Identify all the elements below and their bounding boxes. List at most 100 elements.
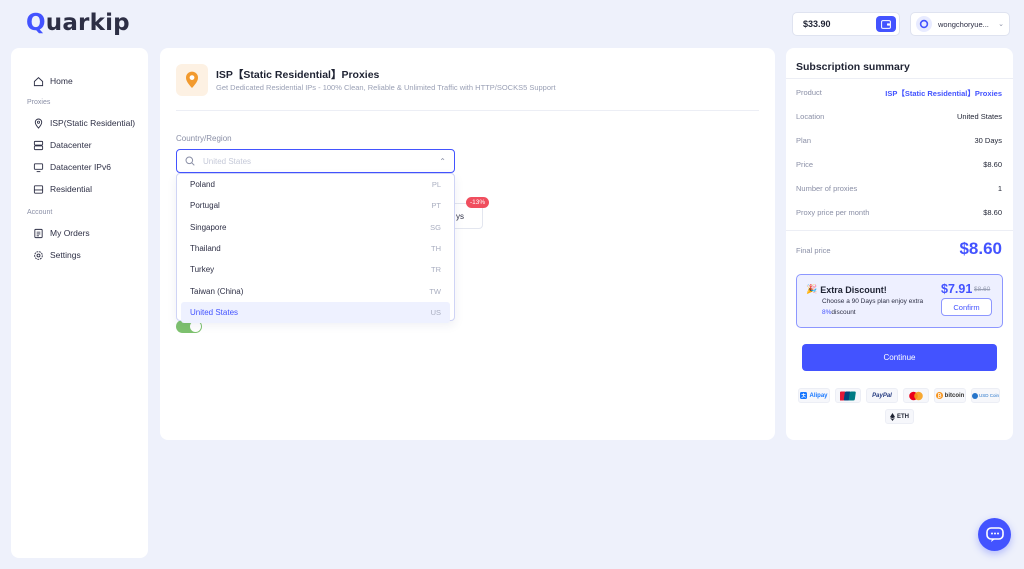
country-option-name: Poland xyxy=(190,180,215,190)
sidebar-item-label: ISP(Static Residential) xyxy=(50,118,136,128)
summary-row-plan: Plan 30 Days xyxy=(796,136,1002,145)
chat-support-button[interactable] xyxy=(978,518,1011,551)
divider xyxy=(786,78,1013,79)
summary-row-price: Price $8.60 xyxy=(796,160,1002,169)
country-option-code: PT xyxy=(431,201,441,211)
country-option[interactable]: Singapore SG xyxy=(181,217,450,238)
sidebar-section-account: Account xyxy=(27,208,53,216)
country-option-name: Singapore xyxy=(190,222,227,232)
country-option[interactable]: United States US xyxy=(181,301,450,324)
sidebar-item-label: Home xyxy=(50,76,73,86)
page-subtitle: Get Dedicated Residential IPs - 100% Cle… xyxy=(216,83,556,92)
product-panel: ISP【Static Residential】Proxies Get Dedic… xyxy=(160,48,775,440)
balance-widget: $33.90 xyxy=(792,12,900,36)
svg-text:₿: ₿ xyxy=(937,392,941,399)
final-price: $8.60 xyxy=(959,239,1002,258)
country-option-name: Taiwan (China) xyxy=(190,286,244,296)
user-menu[interactable]: wongchoryue... ⌄ xyxy=(910,12,1010,36)
sidebar-item-label: My Orders xyxy=(50,228,90,238)
ethereum-icon xyxy=(890,412,895,421)
summary-row-product: Product ISP【Static Residential】Proxies xyxy=(796,88,1002,98)
alipay-logo: Alipay xyxy=(798,388,830,403)
final-price-label: Final price xyxy=(796,246,831,255)
country-option[interactable]: Turkey TR xyxy=(181,259,450,280)
country-option[interactable]: Poland PL xyxy=(181,174,450,195)
usdcoin-logo: USD Coin xyxy=(971,388,1000,403)
country-option-name: United States xyxy=(190,307,239,317)
subscription-summary: Subscription summary Product ISP【Static R… xyxy=(786,48,1013,440)
monitor-icon xyxy=(33,162,44,172)
mastercard-logo xyxy=(903,388,929,403)
alipay-icon xyxy=(800,392,808,399)
bitcoin-logo: ₿ bitcoin xyxy=(934,388,966,403)
original-price: $8.60 xyxy=(974,286,991,293)
usdc-icon xyxy=(972,392,978,399)
page-title: ISP【Static Residential】Proxies xyxy=(216,69,380,81)
summary-row-num-proxies: Number of proxies 1 xyxy=(796,184,1002,193)
country-option-name: Turkey xyxy=(190,265,215,275)
chevron-up-icon: ⌃ xyxy=(439,156,446,166)
sidebar-item-datacenter[interactable]: Datacenter xyxy=(11,134,148,156)
confirm-button[interactable]: Confirm xyxy=(941,298,992,316)
country-option[interactable]: Thailand TH xyxy=(181,238,450,259)
country-option-code: TR xyxy=(431,265,441,275)
chevron-down-icon: ⌄ xyxy=(998,21,1004,28)
eth-logo: ETH xyxy=(885,409,914,424)
home-icon xyxy=(33,76,44,86)
orders-icon xyxy=(34,228,43,238)
sidebar-item-label: Settings xyxy=(50,250,81,260)
country-option-code: US xyxy=(430,307,441,317)
discount-text: Choose a 90 Days plan enjoy extra xyxy=(822,298,924,305)
summary-title: Subscription summary xyxy=(796,61,910,73)
gear-icon xyxy=(34,250,43,260)
country-option-name: Portugal xyxy=(190,201,220,211)
sidebar-item-isp[interactable]: ISP(Static Residential) xyxy=(11,112,148,134)
country-option[interactable]: Taiwan (China) TW xyxy=(181,280,450,301)
location-pin-icon xyxy=(34,118,43,129)
server-icon xyxy=(33,140,44,150)
discount-price: $7.91 xyxy=(941,282,973,296)
chat-icon xyxy=(985,526,1004,542)
sidebar-item-settings[interactable]: Settings xyxy=(11,244,148,266)
summary-row-price-per-month: Proxy price per month $8.60 xyxy=(796,208,1002,217)
country-select[interactable]: ⌃ xyxy=(176,149,455,173)
sidebar-item-label: Datacenter xyxy=(50,140,92,150)
search-icon xyxy=(185,156,195,166)
sidebar-section-proxies: Proxies xyxy=(27,98,51,106)
wallet-icon[interactable] xyxy=(876,16,896,32)
quarkip-logo[interactable]: Quarkip xyxy=(26,10,130,36)
residential-icon xyxy=(33,184,44,194)
location-pin-icon xyxy=(176,64,208,96)
country-dropdown: Poland PL Portugal PT Singapore SG Thailand TH T… xyxy=(176,173,455,324)
unionpay-logo xyxy=(835,388,861,403)
country-option-name: Thailand xyxy=(190,244,221,254)
summary-row-location: Location United States xyxy=(796,112,1002,121)
country-option[interactable]: Portugal PT xyxy=(181,195,450,216)
bitcoin-icon: ₿ xyxy=(935,392,943,399)
sidebar-item-orders[interactable]: My Orders xyxy=(11,222,148,244)
sidebar-item-label: Datacenter IPv6 xyxy=(50,162,111,172)
country-search-input[interactable] xyxy=(203,156,432,166)
paypal-logo: PayPal xyxy=(866,388,898,403)
discount-title: 🎉 Extra Discount! xyxy=(806,284,887,295)
sidebar-item-datacenter-ipv6[interactable]: Datacenter IPv6 xyxy=(11,156,148,178)
country-option-code: TW xyxy=(429,286,441,296)
sidebar: Home Proxies ISP(Static Residential) Dat… xyxy=(11,48,148,558)
balance-amount: $33.90 xyxy=(803,19,831,29)
country-option-code: PL xyxy=(431,180,441,190)
continue-button[interactable]: Continue xyxy=(802,344,997,371)
discount-badge: -13% xyxy=(466,197,490,208)
sidebar-item-residential[interactable]: Residential xyxy=(11,178,148,200)
country-option-code: TH xyxy=(431,244,441,254)
discount-text-2: 8%discount xyxy=(822,309,856,316)
country-option-code: SG xyxy=(430,222,441,232)
avatar xyxy=(916,16,932,32)
party-popper-icon: 🎉 xyxy=(806,284,818,294)
divider xyxy=(786,230,1013,231)
extra-discount-box: 🎉 Extra Discount! Choose a 90 Days plan … xyxy=(796,274,1003,328)
sidebar-item-home[interactable]: Home xyxy=(11,70,148,92)
username: wongchoryue... xyxy=(938,19,989,29)
country-label: Country/Region xyxy=(176,134,232,143)
divider xyxy=(176,110,759,111)
sidebar-item-label: Residential xyxy=(50,184,93,194)
